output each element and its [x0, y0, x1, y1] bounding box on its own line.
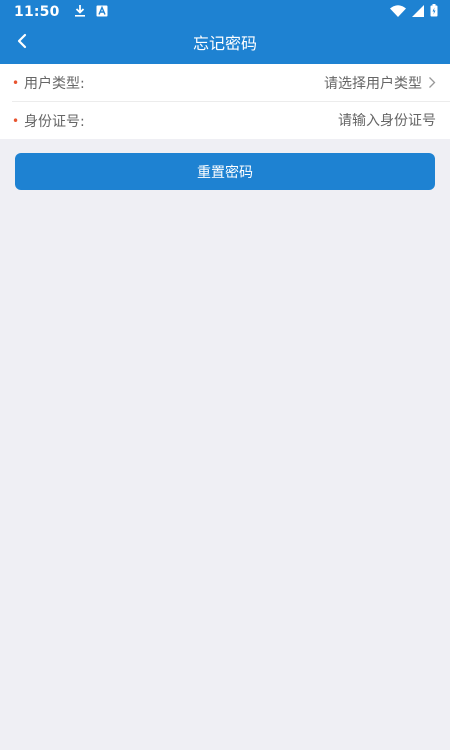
id-number-row: • 身份证号:: [12, 101, 450, 139]
battery-icon: [430, 2, 438, 21]
user-type-row[interactable]: • 用户类型: 请选择用户类型: [0, 64, 450, 101]
wifi-icon: [390, 2, 406, 21]
forgot-password-form: • 用户类型: 请选择用户类型 • 身份证号:: [0, 64, 450, 139]
signal-icon: [412, 2, 424, 21]
user-type-value: 请选择用户类型: [324, 75, 422, 92]
status-system-icons: [390, 2, 438, 21]
user-type-label: 用户类型:: [24, 75, 85, 92]
user-type-select[interactable]: 请选择用户类型: [324, 73, 436, 93]
reset-password-button[interactable]: 重置密码: [15, 153, 435, 190]
status-time: 11:50: [14, 3, 60, 20]
a-notification-icon: [96, 2, 108, 21]
id-number-input[interactable]: [276, 112, 436, 129]
page-title: 忘记密码: [192, 34, 257, 53]
id-number-label: 身份证号:: [24, 113, 85, 130]
chevron-right-icon: [428, 76, 436, 89]
required-mark: •: [12, 75, 20, 90]
nav-bar: 忘记密码: [0, 23, 450, 64]
status-bar: 11:50: [0, 0, 450, 23]
required-mark: •: [12, 113, 20, 128]
download-icon: [74, 2, 86, 21]
status-notification-icons: [74, 2, 108, 21]
